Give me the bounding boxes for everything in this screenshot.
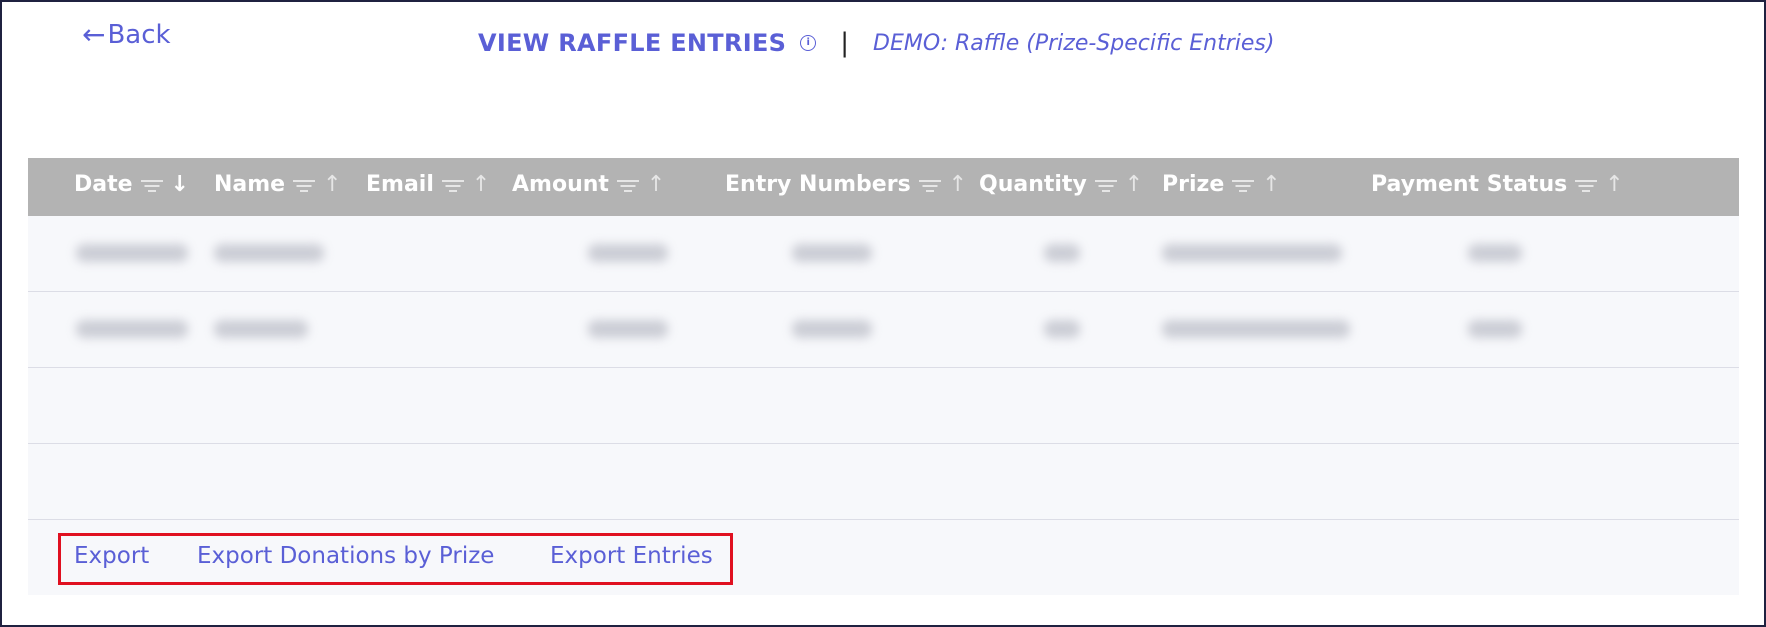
sort-asc-icon[interactable]: ↑ <box>1605 172 1623 197</box>
redacted-name <box>214 320 308 338</box>
export-link[interactable]: Export <box>74 543 149 569</box>
table-row-empty <box>28 444 1739 520</box>
column-label: Payment Status <box>1371 172 1568 197</box>
table-row[interactable] <box>28 216 1739 292</box>
filter-icon[interactable] <box>918 177 941 193</box>
redacted-prize <box>1162 244 1342 262</box>
column-header-amount[interactable]: Amount ↑ <box>512 172 665 197</box>
sort-asc-icon[interactable]: ↑ <box>1125 172 1143 197</box>
column-label: Name <box>214 172 286 197</box>
arrow-left-icon: ← <box>82 18 106 51</box>
sort-asc-icon[interactable]: ↑ <box>949 172 967 197</box>
redacted-name <box>214 244 324 262</box>
table-row-empty <box>28 368 1739 444</box>
redacted-prize <box>1162 320 1350 338</box>
title-divider: | <box>840 28 850 58</box>
column-header-entry-numbers[interactable]: Entry Numbers ↑ <box>725 172 967 197</box>
redacted-payment-status <box>1468 320 1522 338</box>
export-entries-link[interactable]: Export Entries <box>550 543 713 569</box>
column-label: Amount <box>512 172 609 197</box>
sort-asc-icon[interactable]: ↑ <box>323 172 341 197</box>
back-link[interactable]: ← Back <box>82 20 171 50</box>
redacted-amount <box>588 320 668 338</box>
column-header-name[interactable]: Name ↑ <box>214 172 342 197</box>
column-header-payment-status[interactable]: Payment Status ↑ <box>1371 172 1624 197</box>
page-title: VIEW RAFFLE ENTRIES <box>478 29 787 57</box>
info-icon[interactable]: i <box>800 35 817 51</box>
filter-icon[interactable] <box>1232 177 1255 193</box>
filter-icon[interactable] <box>441 177 464 193</box>
column-header-email[interactable]: Email ↑ <box>366 172 490 197</box>
sort-desc-icon[interactable]: ↓ <box>171 172 189 197</box>
filter-icon[interactable] <box>1575 177 1598 193</box>
redacted-date <box>76 320 188 338</box>
column-header-prize[interactable]: Prize ↑ <box>1162 172 1281 197</box>
redacted-quantity <box>1044 320 1080 338</box>
column-label: Date <box>74 172 133 197</box>
column-header-quantity[interactable]: Quantity ↑ <box>979 172 1143 197</box>
column-label: Email <box>366 172 434 197</box>
sort-asc-icon[interactable]: ↑ <box>647 172 665 197</box>
sort-asc-icon[interactable]: ↑ <box>1262 172 1280 197</box>
redacted-payment-status <box>1468 244 1522 262</box>
table-row[interactable] <box>28 292 1739 368</box>
page-header: VIEW RAFFLE ENTRIES i | DEMO: Raffle (Pr… <box>478 28 1274 58</box>
export-donations-by-prize-link[interactable]: Export Donations by Prize <box>197 543 494 569</box>
redacted-quantity <box>1044 244 1080 262</box>
filter-icon[interactable] <box>616 177 639 193</box>
redacted-date <box>76 244 188 262</box>
sort-asc-icon[interactable]: ↑ <box>472 172 490 197</box>
back-label: Back <box>107 20 171 50</box>
redacted-entry-numbers <box>792 244 872 262</box>
column-label: Quantity <box>979 172 1087 197</box>
column-label: Entry Numbers <box>725 172 911 197</box>
column-label: Prize <box>1162 172 1225 197</box>
filter-icon[interactable] <box>140 177 163 193</box>
filter-icon[interactable] <box>293 177 316 193</box>
redacted-entry-numbers <box>792 320 872 338</box>
redacted-amount <box>588 244 668 262</box>
event-name: DEMO: Raffle (Prize-Specific Entries) <box>873 30 1275 56</box>
filter-icon[interactable] <box>1094 177 1117 193</box>
entries-table: Date ↓ Name ↑ Email ↑ Amount ↑ Entry Num… <box>28 158 1739 595</box>
column-header-date[interactable]: Date ↓ <box>74 172 189 197</box>
table-header: Date ↓ Name ↑ Email ↑ Amount ↑ Entry Num… <box>28 158 1739 216</box>
